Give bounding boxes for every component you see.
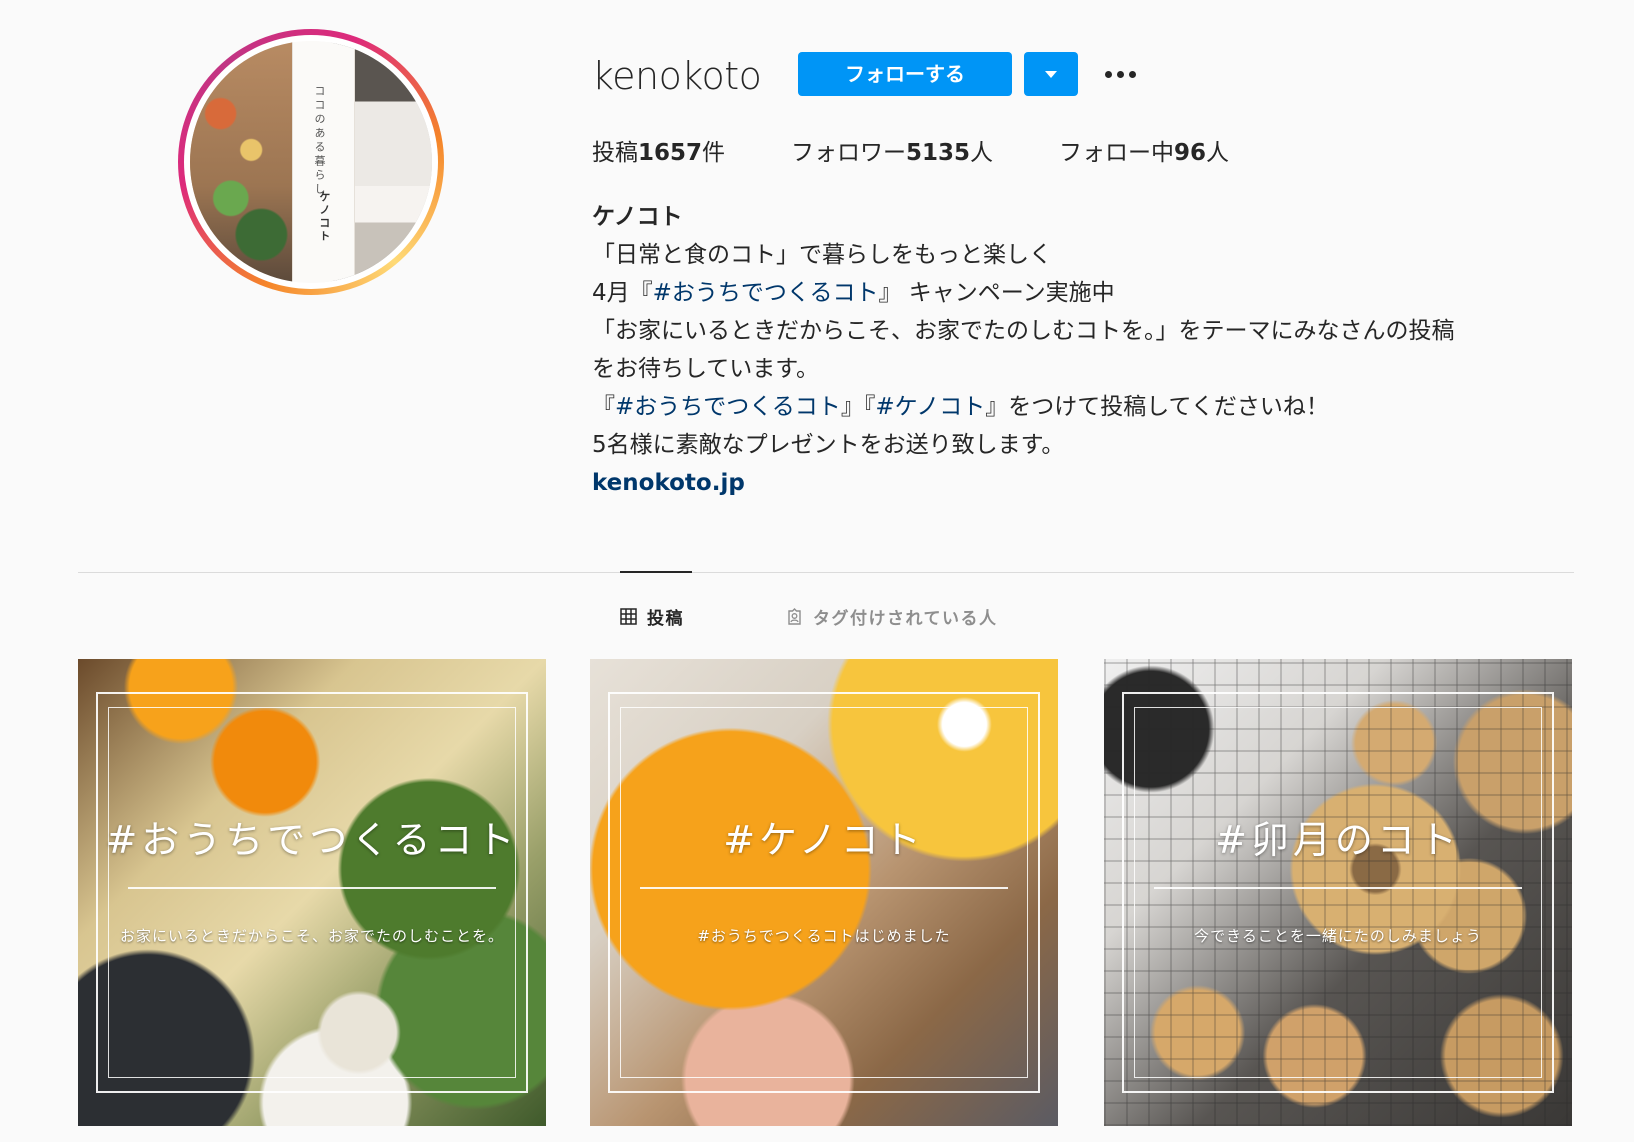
dot-icon (1116, 70, 1124, 78)
tab-posts-label: 投稿 (647, 609, 684, 629)
post-title: #ケノコト (723, 818, 925, 862)
following-count[interactable]: フォロー中96人 (1059, 133, 1229, 167)
bio-line: をお待ちしています。 (592, 356, 820, 382)
dot-icon (1128, 70, 1136, 78)
post-thumbnail[interactable]: #卯月のコト 今できることを一緒にたのしみましょう (1104, 659, 1572, 1126)
bio-line: 「お家にいるときだからこそ、お家でたのしむコトを。」をテーマにみなさんの投稿 (592, 318, 1455, 344)
bio-line: 5名様に素敵なプレゼントをお送り致します。 (592, 432, 1065, 458)
suggested-dropdown-button[interactable] (1024, 52, 1078, 96)
profile-page: ココのある暮らし ケノコト kenokoto フォローする 投稿1657件 フォ… (0, 0, 1634, 1142)
bio-line: 「日常と食のコト」で暮らしをもっと楽しく (592, 242, 1052, 268)
post-title: #おうちでつくるコト (105, 818, 519, 862)
tab-tagged-label: タグ付けされている人 (813, 609, 998, 629)
active-tab-indicator (620, 571, 692, 573)
grid-icon (620, 608, 637, 625)
follow-button[interactable]: フォローする (798, 52, 1012, 96)
post-subtitle: #おうちでつくるコトはじめました (697, 927, 951, 945)
caret-down-icon (1045, 70, 1057, 78)
bio: ケノコト 「日常と食のコト」で暮らしをもっと楽しく 4月『#おうちでつくるコト』… (592, 198, 1572, 502)
hashtag-link[interactable]: #おうちでつくるコト (653, 280, 879, 306)
tagged-user-icon (788, 608, 801, 625)
display-name: ケノコト (592, 204, 683, 230)
bio-line: 『#おうちでつくるコト』『#ケノコト』をつけて投稿してくださいね！ (592, 394, 1329, 420)
hashtag-link[interactable]: #ケノコト (875, 394, 985, 420)
post-title: #卯月のコト (1215, 818, 1461, 862)
posts-count: 投稿1657件 (592, 140, 726, 166)
avatar-tagline: ココのある暮らし (313, 84, 326, 197)
post-subtitle: 今できることを一緒にたのしみましょう (1194, 927, 1482, 945)
profile-stats: 投稿1657件 フォロワー5135人 フォロー中96人 (592, 133, 1295, 167)
post-subtitle: お家にいるときだからこそ、お家でたのしむことを。 (119, 927, 504, 945)
story-ring[interactable]: ココのある暮らし ケノコト (178, 29, 444, 295)
dot-icon (1104, 70, 1112, 78)
tab-tagged[interactable]: タグ付けされている人 (786, 604, 998, 629)
hashtag-link[interactable]: #おうちでつくるコト (615, 394, 841, 420)
website-link[interactable]: kenokoto.jp (592, 464, 1572, 502)
followers-count[interactable]: フォロワー5135人 (791, 133, 993, 167)
tab-posts[interactable]: 投稿 (620, 604, 684, 629)
username: kenokoto (592, 54, 762, 98)
post-thumbnail[interactable]: #ケノコト #おうちでつくるコトはじめました (590, 659, 1058, 1126)
post-thumbnail[interactable]: #おうちでつくるコト お家にいるときだからこそ、お家でたのしむことを。 (78, 659, 546, 1126)
bio-line: 4月『#おうちでつくるコト』 キャンペーン実施中 (592, 280, 1115, 306)
tabs-divider (78, 572, 1574, 573)
avatar[interactable]: ココのある暮らし ケノコト (190, 41, 432, 283)
more-options-button[interactable] (1100, 58, 1140, 90)
avatar-brand: ケノコト (317, 191, 331, 244)
